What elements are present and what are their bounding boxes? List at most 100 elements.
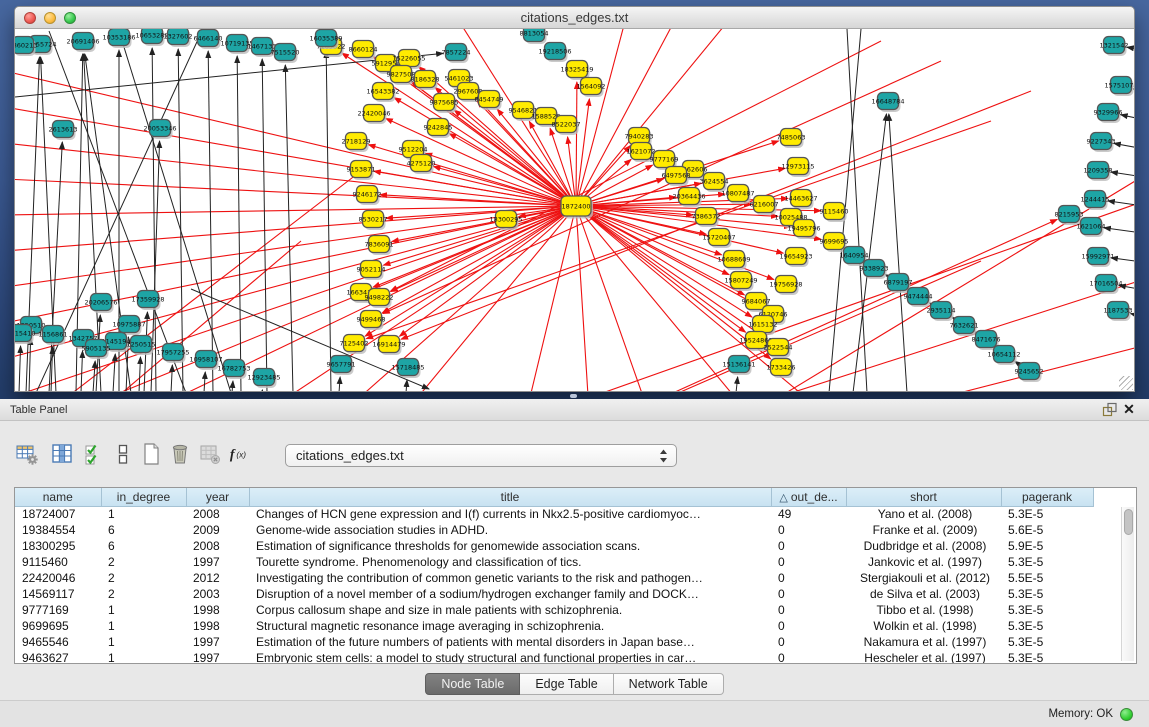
table-cell[interactable]: Hescheler et al. (1997) <box>846 650 1001 664</box>
graph-node[interactable]: 18300295 <box>489 211 522 231</box>
graph-node[interactable]: 7515520 <box>271 44 300 64</box>
table-cell[interactable]: 1 <box>101 506 186 522</box>
column-header-in_degree[interactable]: in_degree <box>101 488 186 506</box>
graph-node[interactable]: 17359928 <box>131 291 164 311</box>
graph-node[interactable]: 6216007 <box>750 196 779 216</box>
graph-node[interactable]: 9242845 <box>424 119 453 139</box>
table-cell[interactable]: 19384554 <box>15 522 101 538</box>
graph-edge[interactable] <box>139 357 140 391</box>
graph-node[interactable]: 1321542 <box>1100 37 1129 57</box>
graph-edge[interactable] <box>1121 115 1134 121</box>
graph-node[interactable]: 1564092 <box>577 78 606 98</box>
graph-node[interactable]: 9153871 <box>347 161 376 181</box>
table-cell[interactable]: 0 <box>771 522 846 538</box>
table-cell[interactable]: 2 <box>101 554 186 570</box>
graph-node[interactable]: 10353186 <box>102 29 135 48</box>
table-cell[interactable]: 9699695 <box>15 618 101 634</box>
graph-edge[interactable] <box>576 82 577 206</box>
table-cell[interactable]: 2 <box>101 570 186 586</box>
table-cell[interactable]: 5.3E-5 <box>1001 650 1093 664</box>
table-cell[interactable]: 1997 <box>186 554 249 570</box>
graph-edge[interactable] <box>15 171 361 391</box>
graph-node[interactable]: 15720407 <box>702 229 735 249</box>
graph-node[interactable]: 12923485 <box>247 369 280 389</box>
table-cell[interactable]: Nakamura et al. (1997) <box>846 634 1001 650</box>
graph-node[interactable]: 9875685 <box>430 94 459 114</box>
graph-node[interactable]: 7485063 <box>777 129 806 149</box>
graph-node[interactable]: 9227343 <box>1087 133 1116 153</box>
graph-node[interactable]: 8454749 <box>475 91 504 111</box>
delete-column-button[interactable] <box>167 441 193 467</box>
row-height-button[interactable] <box>110 441 136 467</box>
window-resize-grip[interactable] <box>1119 376 1133 390</box>
graph-node[interactable]: 8813054 <box>520 29 549 44</box>
graph-node[interactable]: 20053346 <box>143 120 176 140</box>
table-cell[interactable]: 1997 <box>186 650 249 664</box>
graph-node[interactable]: 6466140 <box>194 30 223 50</box>
graph-edge[interactable] <box>1114 143 1134 150</box>
function-builder-button[interactable]: f (x) <box>228 441 254 467</box>
graph-node[interactable]: 9474444 <box>904 288 933 308</box>
graph-node[interactable]: 20364436 <box>672 188 705 208</box>
graph-edge[interactable] <box>326 51 331 391</box>
graph-edge[interactable] <box>29 338 31 391</box>
table-cell[interactable]: 0 <box>771 618 846 634</box>
table-cell[interactable]: 0 <box>771 538 846 554</box>
table-cell[interactable]: 5.6E-5 <box>1001 522 1093 538</box>
table-cell[interactable]: Disruption of a novel member of a sodium… <box>249 586 771 602</box>
graph-node[interactable]: 15807249 <box>724 272 757 292</box>
graph-node[interactable]: 10688609 <box>717 251 750 271</box>
graph-node[interactable]: 9052114 <box>357 261 386 281</box>
table-row[interactable]: 1938455462009Genome-wide association stu… <box>15 522 1093 538</box>
table-selector-dropdown[interactable]: citations_edges.txt <box>285 444 677 467</box>
graph-node[interactable]: 9499468 <box>357 311 386 331</box>
table-cell[interactable]: 1 <box>101 602 186 618</box>
table-cell[interactable]: 2003 <box>186 586 249 602</box>
table-cell[interactable]: Embryonic stem cells: a model to study s… <box>249 650 771 664</box>
graph-node[interactable]: 9245652 <box>1015 363 1044 383</box>
table-cell[interactable]: 14569117 <box>15 586 101 602</box>
graph-edge[interactable] <box>736 377 738 391</box>
graph-node[interactable]: 20691406 <box>66 33 99 53</box>
table-cell[interactable]: 0 <box>771 634 846 650</box>
table-cell[interactable]: 1 <box>101 650 186 664</box>
close-window-button[interactable] <box>24 12 36 24</box>
graph-node[interactable]: 16543382 <box>366 83 399 103</box>
column-header-title[interactable]: title <box>249 488 771 506</box>
graph-node[interactable]: 4275120 <box>407 155 436 175</box>
table-cell[interactable]: 49 <box>771 506 846 522</box>
graph-edge[interactable] <box>339 377 340 391</box>
graph-node[interactable]: 9329966 <box>1094 104 1123 124</box>
table-cell[interactable]: 5.5E-5 <box>1001 570 1093 586</box>
graph-node[interactable]: 1187533 <box>1104 302 1133 322</box>
zoom-window-button[interactable] <box>64 12 76 24</box>
column-header-year[interactable]: year <box>186 488 249 506</box>
table-cell[interactable]: 1997 <box>186 634 249 650</box>
graph-edge[interactable] <box>201 261 981 391</box>
graph-node[interactable]: 1244415 <box>1081 191 1110 211</box>
graph-edge[interactable] <box>15 206 576 336</box>
table-cell[interactable]: 6 <box>101 522 186 538</box>
graph-edge[interactable] <box>208 51 213 391</box>
table-cell[interactable]: 9777169 <box>15 602 101 618</box>
graph-edge[interactable] <box>49 142 62 391</box>
graph-node[interactable]: 8522037 <box>552 116 581 136</box>
graph-edge[interactable] <box>232 381 233 391</box>
graph-node[interactable]: 7857224 <box>442 44 471 64</box>
graph-node[interactable]: 20206576 <box>84 294 117 314</box>
table-row[interactable]: 969969511998Structural magnetic resonanc… <box>15 618 1093 634</box>
table-cell[interactable]: 22420046 <box>15 570 101 586</box>
graph-node[interactable]: 12973115 <box>781 158 814 178</box>
table-cell[interactable]: 5.3E-5 <box>1001 586 1093 602</box>
panel-splitter-handle[interactable] <box>570 394 577 398</box>
scrollbar-thumb[interactable] <box>1124 509 1133 535</box>
graph-node[interactable]: 16035389 <box>309 30 342 50</box>
table-cell[interactable]: 5.9E-5 <box>1001 538 1093 554</box>
table-cell[interactable]: 2009 <box>186 522 249 538</box>
table-cell[interactable]: 0 <box>771 586 846 602</box>
graph-node[interactable]: 15992971 <box>1081 248 1114 268</box>
graph-node[interactable]: 1327602 <box>164 29 193 47</box>
table-cell[interactable]: 9465546 <box>15 634 101 650</box>
table-cell[interactable]: Corpus callosum shape and size in male p… <box>249 602 771 618</box>
table-cell[interactable]: 18724007 <box>15 506 101 522</box>
